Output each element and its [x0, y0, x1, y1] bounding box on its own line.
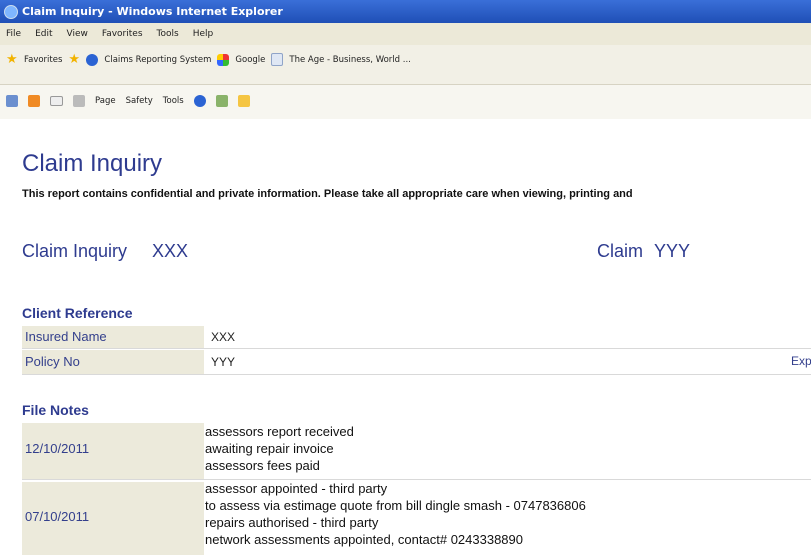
- file-note-row: 07/10/2011 assessor appointed - third pa…: [22, 481, 811, 555]
- file-note-line: awaiting repair invoice: [205, 441, 334, 456]
- fav-link-claims[interactable]: Claims Reporting System: [104, 55, 211, 65]
- file-note-date: 12/10/2011: [25, 441, 90, 456]
- favorites-star-icon: ★: [6, 51, 18, 67]
- menu-tools[interactable]: Tools: [157, 29, 179, 39]
- menu-bar: File Edit View Favorites Tools Help: [0, 23, 811, 45]
- file-note-line: assessors fees paid: [205, 458, 320, 473]
- page-title: Claim Inquiry: [22, 150, 163, 177]
- home-icon[interactable]: [6, 95, 18, 107]
- insured-name-value: XXX: [211, 330, 236, 344]
- menu-view[interactable]: View: [67, 29, 88, 39]
- page-menu-button[interactable]: Page: [95, 96, 116, 106]
- client-reference-row: Policy No YYY Expir: [22, 350, 811, 375]
- command-bar: Page Safety Tools: [0, 85, 811, 120]
- add-favorite-icon[interactable]: ★: [68, 53, 80, 66]
- file-note-date: 07/10/2011: [25, 509, 90, 524]
- confidentiality-notice: This report contains confidential and pr…: [22, 188, 633, 200]
- expiry-label: Expir: [791, 354, 811, 368]
- menu-help[interactable]: Help: [193, 29, 214, 39]
- google-icon: [217, 53, 230, 66]
- claim-value: YYY: [654, 241, 691, 261]
- tools-menu-button[interactable]: Tools: [163, 96, 184, 106]
- fav-link-the-age[interactable]: The Age - Business, World ...: [289, 55, 410, 65]
- client-reference-row: Insured Name XXX: [22, 326, 811, 349]
- help-icon[interactable]: [193, 95, 206, 107]
- file-note-row: 12/10/2011 assessors report received awa…: [22, 423, 811, 480]
- file-note-line: to assess via estimage quote from bill d…: [205, 498, 586, 513]
- research-icon[interactable]: [215, 95, 228, 107]
- claim-label: Claim: [597, 241, 644, 261]
- feeds-icon[interactable]: [28, 95, 40, 107]
- safety-menu-button[interactable]: Safety: [126, 96, 153, 106]
- ie-logo-icon: [4, 4, 18, 19]
- favorites-button[interactable]: Favorites: [24, 55, 62, 65]
- fav-link-google[interactable]: Google: [235, 55, 265, 65]
- window-title: Claim Inquiry - Windows Internet Explore…: [22, 5, 283, 18]
- menu-file[interactable]: File: [6, 29, 21, 39]
- claims-site-icon: [86, 53, 99, 66]
- mail-icon[interactable]: [50, 96, 63, 106]
- file-note-line: repairs authorised - third party: [205, 515, 379, 530]
- menu-edit[interactable]: Edit: [35, 29, 52, 39]
- page-content: Claim Inquiry This report contains confi…: [0, 119, 811, 555]
- print-icon[interactable]: [73, 95, 85, 107]
- file-note-line: assessors report received: [205, 424, 354, 439]
- the-age-icon: [271, 53, 284, 66]
- client-reference-heading: Client Reference: [22, 305, 133, 321]
- menu-favorites[interactable]: Favorites: [102, 29, 143, 39]
- favorites-bar: ★ Favorites ★ Claims Reporting System Go…: [0, 45, 811, 85]
- insured-name-label: Insured Name: [25, 329, 107, 344]
- title-bar: Claim Inquiry - Windows Internet Explore…: [0, 0, 811, 23]
- file-note-line: assessor appointed - third party: [205, 481, 388, 496]
- claim-inquiry-label: Claim Inquiry: [22, 241, 128, 261]
- policy-no-label: Policy No: [25, 354, 80, 369]
- messenger-icon[interactable]: [237, 95, 250, 107]
- file-notes-heading: File Notes: [22, 402, 89, 418]
- claim-inquiry-value: XXX: [152, 241, 189, 261]
- file-note-line: network assessments appointed, contact# …: [205, 532, 523, 547]
- policy-no-value: YYY: [211, 355, 236, 369]
- browser-window: Claim Inquiry - Windows Internet Explore…: [0, 0, 811, 555]
